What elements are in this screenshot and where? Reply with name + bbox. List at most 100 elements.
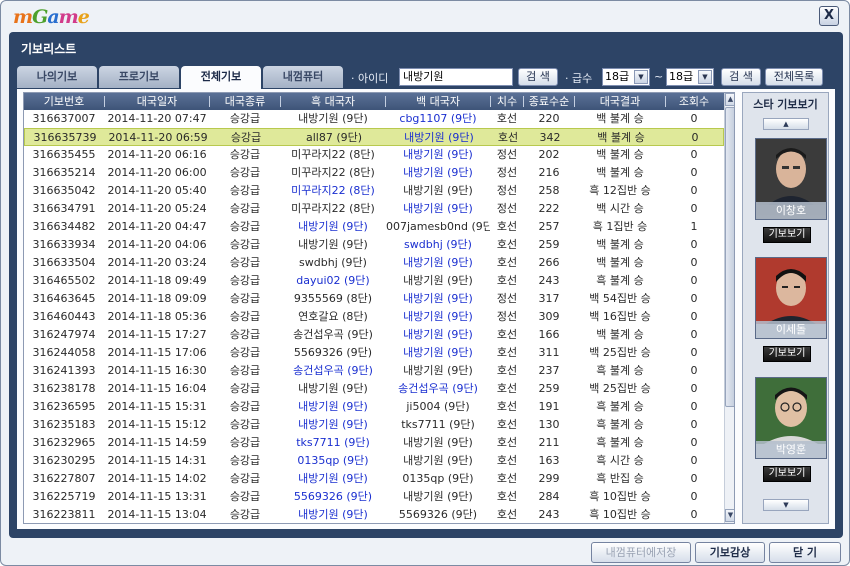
cell-type: 승강급 (229, 364, 261, 377)
star-scroll-up-icon[interactable]: ▲ (763, 118, 809, 130)
player-name: 이창호 (756, 202, 826, 219)
cell-moves: 163 (538, 454, 560, 467)
table-row[interactable]: 316225719 2014-11-15 13:31 승강급 5569326 (9단)… (24, 488, 724, 506)
cell-result: 흑 불계 승 (596, 418, 644, 431)
col-header-white[interactable]: 백 대국자 (386, 93, 490, 110)
cell-type: 승강급 (229, 472, 261, 485)
cell-views: 0 (690, 328, 698, 341)
scroll-down-icon[interactable]: ▼ (725, 509, 734, 522)
cell-white: 내방기원 (9단) (403, 490, 473, 503)
table-row[interactable]: 316465502 2014-11-18 09:49 승강급 dayui02 (9단)… (24, 272, 724, 290)
table-row[interactable]: 316635739 2014-11-20 06:59 승강급 all87 (9단) 내방… (24, 128, 724, 146)
grade-to-select[interactable]: 18급 ▼ (666, 68, 714, 86)
table-row[interactable]: 316460443 2014-11-18 05:36 승강급 연호갈요 (8단) 내방기… (24, 308, 724, 326)
cell-black: 내방기원 (9단) (298, 382, 368, 395)
table-row[interactable]: 316637007 2014-11-20 07:47 승강급 내방기원 (9단) cbg… (24, 110, 724, 128)
close-button[interactable]: 닫 기 (769, 542, 841, 563)
col-header-id[interactable]: 기보번호 (24, 93, 104, 110)
cell-black: 내방기원 (9단) (298, 112, 368, 125)
player-photo-2[interactable]: 이세돌 (755, 257, 827, 339)
cell-moves: 259 (538, 238, 560, 251)
table-row[interactable]: 316230295 2014-11-15 14:31 승강급 0135qp (9단) 내… (24, 452, 724, 470)
cell-black: tks7711 (9단) (296, 436, 370, 449)
cell-date: 2014-11-15 17:06 (107, 346, 207, 359)
cell-result: 백 시간 승 (596, 202, 644, 215)
cell-black: 내방기원 (9단) (298, 508, 368, 521)
cell-handicap: 정선 (496, 184, 518, 197)
scroll-up-icon[interactable]: ▲ (725, 93, 734, 106)
cell-black: 내방기원 (9단) (298, 418, 368, 431)
cell-handicap: 정선 (496, 202, 518, 215)
cell-moves: 259 (538, 382, 560, 395)
cell-id: 316247974 (32, 328, 96, 341)
table-row[interactable]: 316223811 2014-11-15 13:04 승강급 내방기원 (9단) 556… (24, 506, 724, 523)
table-row[interactable]: 316635042 2014-11-20 05:40 승강급 미꾸라지22 (8단) 내… (24, 182, 724, 200)
table-row[interactable]: 316633504 2014-11-20 03:24 승강급 swdbhj (9단) 내… (24, 254, 724, 272)
cell-handicap: 호선 (496, 112, 518, 125)
tab-my-computer[interactable]: 내껌퓨터 (263, 66, 343, 88)
table-row[interactable]: 316463645 2014-11-18 09:09 승강급 9355569 (8단)… (24, 290, 724, 308)
table-row[interactable]: 316236595 2014-11-15 15:31 승강급 내방기원 (9단) ji5… (24, 398, 724, 416)
col-header-type[interactable]: 대국종류 (210, 93, 280, 110)
table-row[interactable]: 316634791 2014-11-20 05:24 승강급 미꾸라지22 (8단) 내… (24, 200, 724, 218)
view-record-button[interactable]: 기보감상 (695, 542, 765, 563)
cell-result: 백 불계 승 (596, 256, 644, 269)
table-row[interactable]: 316247974 2014-11-15 17:27 승강급 송건섭우곡 (9단) 내방… (24, 326, 724, 344)
portrait-image (756, 258, 826, 324)
view-record-button-2[interactable]: 기보보기 (763, 346, 811, 362)
cell-white: 내방기원 (9단) (403, 166, 473, 179)
main-panel: 기보리스트 나의기보 프로기보 전체기보 내껌퓨터 · 아이디 내방기원 검 색… (9, 32, 843, 538)
table-scrollbar[interactable]: ▲ ▼ (724, 93, 734, 523)
cell-views: 0 (690, 202, 698, 215)
cell-moves: 130 (538, 418, 560, 431)
table-row[interactable]: 316232965 2014-11-15 14:59 승강급 tks7711 (9단)… (24, 434, 724, 452)
cell-date: 2014-11-15 14:02 (107, 472, 207, 485)
chevron-down-icon: ▼ (634, 70, 648, 84)
table-row[interactable]: 316227807 2014-11-15 14:02 승강급 내방기원 (9단) 013… (24, 470, 724, 488)
save-to-computer-button[interactable]: 내껌퓨터에저장 (591, 542, 691, 563)
tab-pro-records[interactable]: 프로기보 (99, 66, 179, 88)
cell-date: 2014-11-20 03:24 (107, 256, 207, 269)
cell-id: 316225719 (32, 490, 96, 503)
cell-date: 2014-11-20 06:00 (107, 166, 207, 179)
cell-views: 0 (690, 166, 698, 179)
table-row[interactable]: 316241393 2014-11-15 16:30 승강급 송건섭우곡 (9단) 내방… (24, 362, 724, 380)
table-row[interactable]: 316238178 2014-11-15 16:04 승강급 내방기원 (9단) 송건섭… (24, 380, 724, 398)
grade-from-select[interactable]: 18급 ▼ (602, 68, 650, 86)
table-row[interactable]: 316633934 2014-11-20 04:06 승강급 내방기원 (9단) swd… (24, 236, 724, 254)
table-row[interactable]: 316635455 2014-11-20 06:16 승강급 미꾸라지22 (8단) 내… (24, 146, 724, 164)
grade-search-button[interactable]: 검 색 (721, 68, 761, 86)
scrollbar-thumb[interactable] (725, 107, 734, 407)
col-header-moves[interactable]: 종료수순 (524, 93, 574, 110)
tab-all-records[interactable]: 전체기보 (181, 66, 261, 90)
view-record-button-3[interactable]: 기보보기 (763, 466, 811, 482)
cell-handicap: 정선 (496, 148, 518, 161)
table-row[interactable]: 316235183 2014-11-15 15:12 승강급 내방기원 (9단) tks… (24, 416, 724, 434)
table-row[interactable]: 316634482 2014-11-20 04:47 승강급 내방기원 (9단) 007… (24, 218, 724, 236)
cell-date: 2014-11-15 16:30 (107, 364, 207, 377)
player-photo-1[interactable]: 이창호 (755, 138, 827, 220)
cell-views: 0 (690, 508, 698, 521)
table-row[interactable]: 316244058 2014-11-15 17:06 승강급 5569326 (9단)… (24, 344, 724, 362)
cell-views: 0 (690, 238, 698, 251)
col-header-views[interactable]: 조회수 (666, 93, 722, 110)
cell-black: 송건섭우곡 (9단) (293, 328, 373, 341)
star-scroll-down-icon[interactable]: ▼ (763, 499, 809, 511)
col-header-date[interactable]: 대국일자 (105, 93, 209, 110)
cell-handicap: 호선 (496, 508, 518, 521)
view-record-button-1[interactable]: 기보보기 (763, 227, 811, 243)
cell-type: 승강급 (229, 400, 261, 413)
all-list-button[interactable]: 전체목록 (765, 68, 823, 86)
id-search-input[interactable]: 내방기원 (399, 68, 513, 86)
player-photo-3[interactable]: 박영훈 (755, 377, 827, 459)
id-search-button[interactable]: 검 색 (518, 68, 558, 86)
col-header-result[interactable]: 대국결과 (575, 93, 665, 110)
cell-black: 내방기원 (9단) (298, 238, 368, 251)
tab-my-records[interactable]: 나의기보 (17, 66, 97, 88)
table-row[interactable]: 316635214 2014-11-20 06:00 승강급 미꾸라지22 (8단) 내… (24, 164, 724, 182)
col-header-black[interactable]: 흑 대국자 (281, 93, 385, 110)
col-header-handicap[interactable]: 치수 (491, 93, 523, 110)
cell-date: 2014-11-20 05:24 (107, 202, 207, 215)
close-icon[interactable]: X (819, 6, 839, 26)
cell-views: 0 (690, 292, 698, 305)
